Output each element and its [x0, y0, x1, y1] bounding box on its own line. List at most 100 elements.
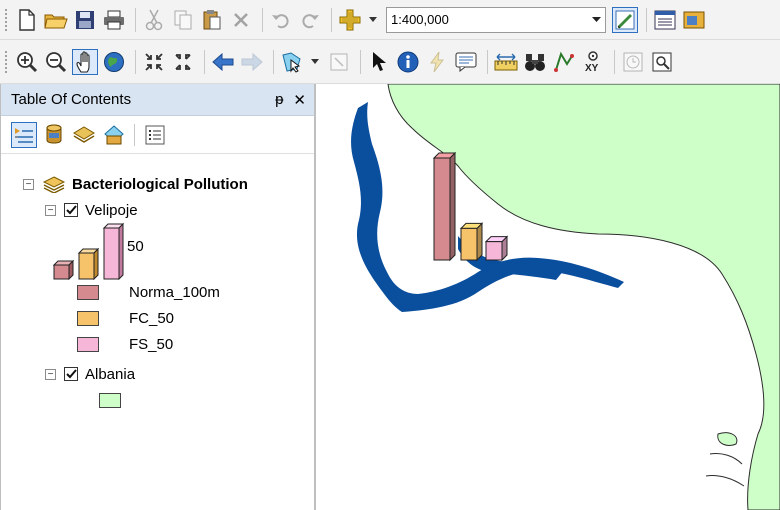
- table-of-contents-window-icon[interactable]: [652, 7, 678, 33]
- new-document-icon[interactable]: [14, 7, 40, 33]
- legend-label-norma: Norma_100m: [129, 283, 220, 301]
- copy-icon[interactable]: [170, 7, 196, 33]
- svg-text:XY: XY: [585, 63, 599, 73]
- delete-icon[interactable]: [228, 7, 254, 33]
- select-features-icon[interactable]: [279, 49, 305, 75]
- undo-icon[interactable]: [268, 7, 294, 33]
- layer-row-velipoje[interactable]: − Velipoje: [45, 200, 138, 220]
- legend-label-fc: FC_50: [129, 309, 175, 327]
- toolbar-grip[interactable]: [4, 49, 8, 74]
- close-icon[interactable]: ✕: [293, 91, 306, 109]
- clear-selection-icon[interactable]: [326, 49, 352, 75]
- layer-label: Velipoje: [85, 201, 138, 219]
- find-route-icon[interactable]: [551, 49, 577, 75]
- pin-icon[interactable]: ᵽ: [275, 91, 283, 109]
- chart-size-label: 50: [127, 238, 144, 255]
- table-of-contents-panel: Table Of Contents ᵽ ✕ − Bacteriological …: [0, 84, 316, 510]
- group-layer-label: Bacteriological Pollution: [72, 175, 248, 193]
- legend-swatch-norma: [77, 284, 99, 300]
- editor-toolbar-icon[interactable]: [612, 6, 638, 33]
- chart-symbol-legend: [53, 222, 125, 280]
- toolbar-separator: [646, 7, 647, 32]
- list-by-drawing-order-icon[interactable]: [11, 121, 37, 148]
- chevron-down-icon[interactable]: [366, 7, 380, 33]
- catalog-window-icon[interactable]: [681, 7, 707, 33]
- toc-title-bar: Table Of Contents ᵽ ✕: [1, 84, 314, 116]
- redo-icon[interactable]: [297, 7, 323, 33]
- measure-ruler-icon[interactable]: [493, 49, 519, 75]
- map-chart-bar-side: [476, 222, 483, 262]
- chart-symbol-bar-fs: [102, 222, 125, 280]
- map-scale-combobox[interactable]: 1:400,000: [386, 6, 606, 33]
- group-layer-row[interactable]: − Bacteriological Pollution: [23, 174, 248, 194]
- identify-icon[interactable]: [395, 49, 421, 75]
- go-to-xy-icon[interactable]: XY: [580, 49, 606, 75]
- map-chart-bar-fs[interactable]: [484, 235, 509, 262]
- standard-toolbar: 1:400,000: [0, 0, 780, 40]
- legend-item-fs: FS_50: [77, 334, 173, 354]
- add-data-icon[interactable]: [337, 7, 363, 33]
- forward-arrow-icon[interactable]: [239, 49, 265, 75]
- coastal-island: [717, 432, 738, 447]
- map-canvas[interactable]: [318, 84, 780, 510]
- toolbar-separator: [614, 49, 615, 74]
- toolbar-separator: [273, 49, 274, 74]
- chevron-down-icon[interactable]: [308, 49, 322, 75]
- legend-label-fs: FS_50: [129, 335, 174, 353]
- collapse-icon[interactable]: −: [45, 368, 56, 380]
- map-chart-bar-face: [433, 157, 451, 261]
- map-chart-bar-fc[interactable]: [459, 222, 484, 262]
- toolbar-separator: [331, 7, 332, 32]
- print-icon[interactable]: [101, 7, 127, 33]
- toolbar-separator: [135, 7, 136, 32]
- tools-toolbar: XY: [0, 40, 780, 84]
- toolbar-separator: [204, 49, 205, 74]
- zoom-out-icon[interactable]: [43, 49, 69, 75]
- hyperlink-bolt-icon[interactable]: [424, 49, 450, 75]
- fixed-zoom-out-icon[interactable]: [170, 49, 196, 75]
- legend-swatch-fc: [77, 310, 99, 326]
- list-by-source-icon[interactable]: [41, 122, 67, 148]
- options-list-icon[interactable]: [142, 122, 168, 148]
- pan-hand-icon[interactable]: [72, 48, 98, 75]
- map-chart-bar-face: [485, 241, 503, 261]
- collapse-icon[interactable]: −: [23, 178, 34, 190]
- time-slider-icon[interactable]: [620, 49, 646, 75]
- fixed-zoom-in-icon[interactable]: [141, 49, 167, 75]
- chevron-down-icon[interactable]: [592, 16, 601, 23]
- zoom-in-icon[interactable]: [14, 49, 40, 75]
- toolbar-separator: [135, 49, 136, 74]
- layer-row-albania[interactable]: − Albania: [45, 364, 135, 384]
- checkmark-icon: [65, 369, 77, 379]
- coastal-outline: [705, 453, 745, 487]
- html-popup-icon[interactable]: [453, 49, 479, 75]
- chart-symbol-bar-norma: [53, 259, 75, 280]
- toolbar-grip[interactable]: [4, 7, 8, 32]
- map-view[interactable]: [318, 84, 780, 510]
- open-folder-icon[interactable]: [43, 7, 69, 33]
- magnifier-window-icon[interactable]: [649, 49, 675, 75]
- find-binoculars-icon[interactable]: [522, 49, 548, 75]
- toc-toolbar: [1, 116, 314, 154]
- select-elements-arrow-icon[interactable]: [366, 49, 392, 75]
- toolbar-separator: [262, 7, 263, 32]
- layer-visibility-checkbox[interactable]: [64, 367, 78, 381]
- paste-icon[interactable]: [199, 7, 225, 33]
- list-by-selection-icon[interactable]: [101, 122, 127, 148]
- map-chart-bar-side: [449, 151, 456, 262]
- legend-item-norma: Norma_100m: [77, 282, 220, 302]
- layer-visibility-checkbox[interactable]: [64, 203, 78, 217]
- map-chart-bar-norma[interactable]: [432, 151, 457, 262]
- full-extent-globe-icon[interactable]: [101, 49, 127, 75]
- legend-item-fc: FC_50: [77, 308, 174, 328]
- cut-icon[interactable]: [141, 7, 167, 33]
- map-chart-bar-face: [460, 227, 478, 261]
- back-arrow-icon[interactable]: [210, 49, 236, 75]
- toc-title: Table Of Contents: [11, 91, 132, 108]
- list-by-visibility-icon[interactable]: [71, 122, 97, 148]
- save-icon[interactable]: [72, 7, 98, 33]
- toolbar-separator: [487, 49, 488, 74]
- layer-label: Albania: [85, 365, 136, 383]
- collapse-icon[interactable]: −: [45, 204, 56, 216]
- toolbar-separator: [134, 123, 135, 146]
